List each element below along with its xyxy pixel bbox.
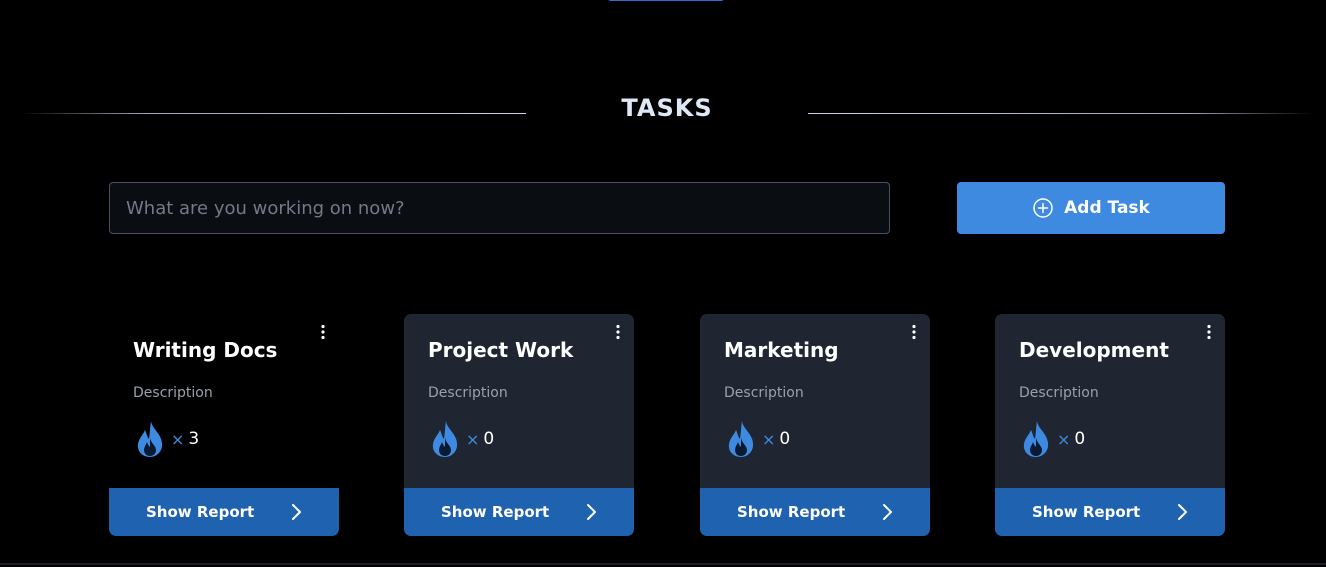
divider-right [808,113,1314,114]
task-input[interactable] [109,182,890,234]
chevron-right-icon [289,503,303,521]
fire-icon [726,420,756,458]
add-task-button[interactable]: Add Task [957,182,1225,234]
card-description: Description [428,385,508,401]
card-title: Writing Docs [133,338,278,362]
times-symbol: × [762,429,776,449]
fire-icon [430,420,460,458]
streak-count: 0 [779,429,791,449]
card-title: Marketing [724,338,839,362]
streak-stats: × 0 [726,419,790,459]
streak-stats: × 0 [1021,419,1085,459]
fire-icon [1021,420,1051,458]
fire-icon [135,420,165,458]
show-report-label: Show Report [146,503,255,521]
card-description: Description [724,385,804,401]
show-report-label: Show Report [737,503,846,521]
times-symbol: × [171,429,185,449]
show-report-button[interactable]: Show Report [109,488,339,536]
more-vertical-icon[interactable] [316,323,330,341]
times-symbol: × [1057,429,1071,449]
streak-count: 0 [483,429,495,449]
show-report-button[interactable]: Show Report [404,488,634,536]
task-card-marketing[interactable]: Marketing Description × 0 Show Report [700,314,930,536]
divider-left [20,113,526,114]
streak-count: 3 [188,429,200,449]
streak-count: 0 [1074,429,1086,449]
card-description: Description [133,385,213,401]
card-title: Development [1019,338,1169,362]
show-report-label: Show Report [1032,503,1141,521]
streak-stats: × 3 [135,419,199,459]
task-card-project-work[interactable]: Project Work Description × 0 Show Report [404,314,634,536]
task-card-writing-docs[interactable]: Writing Docs Description × 3 Show Report [109,314,339,536]
card-description: Description [1019,385,1099,401]
bottom-divider [0,563,1326,565]
chevron-right-icon [584,503,598,521]
show-report-label: Show Report [441,503,550,521]
more-vertical-icon[interactable] [907,323,921,341]
chevron-right-icon [880,503,894,521]
top-tab-indicator [608,0,724,1]
tasks-page: TASKS Add Task Writing Docs Description [0,0,1326,567]
task-card-development[interactable]: Development Description × 0 Show Report [995,314,1225,536]
times-symbol: × [466,429,480,449]
section-title: TASKS [621,94,713,122]
card-title: Project Work [428,338,574,362]
add-task-label: Add Task [1064,198,1150,218]
plus-circle-icon [1032,197,1054,219]
chevron-right-icon [1175,503,1189,521]
more-vertical-icon[interactable] [1202,323,1216,341]
more-vertical-icon[interactable] [611,323,625,341]
show-report-button[interactable]: Show Report [995,488,1225,536]
show-report-button[interactable]: Show Report [700,488,930,536]
streak-stats: × 0 [430,419,494,459]
section-header: TASKS [0,92,1326,132]
